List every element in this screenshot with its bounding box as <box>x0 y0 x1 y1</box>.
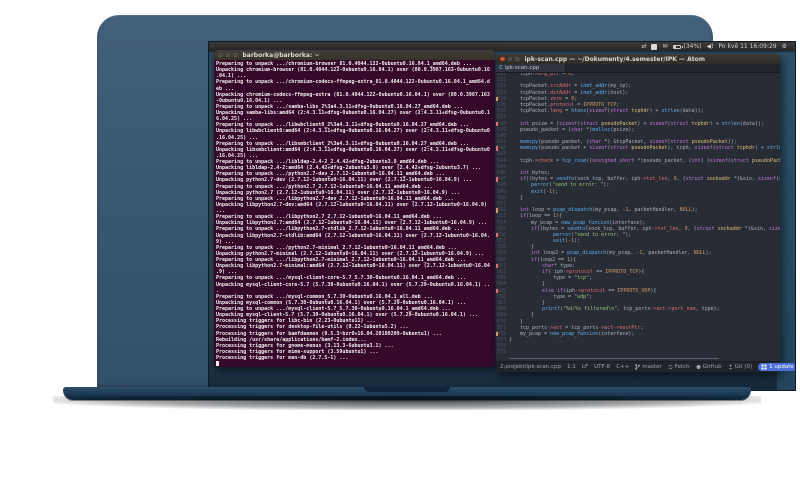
git-diff-marker <box>496 146 498 151</box>
code-editor[interactable]: 530 tcph->urg_ptr = 0; 531 532 tcpPacket.src… <box>496 73 780 361</box>
terminal-line: Preparing to unpack .../chromium-codecs-… <box>216 79 490 86</box>
terminal-line: Unpacking chromium-browser (81.0.4044.12… <box>216 67 490 74</box>
status-lf[interactable]: LF <box>582 364 588 370</box>
tab-ipk-scan[interactable]: C ipk-scan.cpp <box>496 64 566 72</box>
git-diff-marker <box>496 177 498 182</box>
git-diff-marker <box>496 232 498 238</box>
status-cursor-position[interactable]: 1:1 <box>567 364 576 370</box>
close-icon[interactable] <box>500 56 505 62</box>
terminal-line: Preparing to unpack .../libsmbclient_2%3… <box>216 140 469 147</box>
terminal-line: Preparing to unpack .../libpython2.7-dev… <box>216 195 454 202</box>
status-master[interactable]: master <box>635 364 662 370</box>
maximize-icon[interactable] <box>233 52 238 58</box>
atom-window-title: ipk-scan.cpp — ~/Dokumenty/4.semester/IP… <box>524 55 705 63</box>
sync-icon[interactable]: ⇄ <box>641 42 646 51</box>
terminal-line: Unpacking python2.7-dev (2.7.12-1ubuntu0… <box>216 177 472 184</box>
git-diff-marker <box>496 331 498 337</box>
minimize-icon[interactable] <box>507 56 512 62</box>
atom-tab-bar: C ipk-scan.cpp <box>496 64 780 73</box>
terminal-line: Unpacking libwbclient0:amd64 (2:4.3.11+d… <box>216 128 490 135</box>
status-item-label: UTF-8 <box>594 364 611 370</box>
horizontal-scrollbar[interactable] <box>509 357 719 359</box>
terminal-line: Preparing to unpack .../libpython2.7-std… <box>216 226 463 233</box>
clock[interactable]: Po kvě 11 16:09:29 <box>719 42 777 51</box>
close-icon[interactable] <box>218 52 223 58</box>
terminal-line: Preparing to unpack .../mysql-client-cor… <box>216 275 466 282</box>
terminal-line: Unpacking libpython2.7-stdlib:amd64 (2.7… <box>216 232 490 239</box>
atom-titlebar[interactable]: ipk-scan.cpp — ~/Dokumenty/4.semester/IP… <box>496 54 780 64</box>
code-line: 575 <box>496 349 780 355</box>
status-fetch[interactable]: Fetch <box>668 364 690 370</box>
session-gear-icon[interactable]: ⚙ <box>782 42 787 51</box>
git-diff-marker <box>496 263 498 269</box>
tab-label: ipk-scan.cpp <box>504 65 540 71</box>
status-item-label: LF <box>581 364 589 370</box>
terminal-title: barborka@barborka: ~ <box>242 51 320 59</box>
status-1-update[interactable]: 1 update <box>758 363 795 371</box>
status-file-path[interactable]: 2.projekt/ipk-scan.cpp <box>500 364 561 370</box>
atom-window[interactable]: ipk-scan.cpp — ~/Dokumenty/4.semester/IP… <box>496 54 795 372</box>
status-item-label: 1 update <box>769 364 794 370</box>
sync-icon <box>668 364 673 370</box>
branch-icon <box>635 364 641 370</box>
github-icon <box>696 364 701 370</box>
battery-percentage: (34%) <box>683 43 702 50</box>
terminal-line: Unpacking libpython2.7-minimal:amd64 (2.… <box>216 263 490 270</box>
status-c-[interactable]: C++ <box>616 364 629 370</box>
git-diff-marker <box>496 288 498 294</box>
terminal-line <box>216 361 493 367</box>
status-item-label: C++ <box>616 364 630 370</box>
c-file-icon: C <box>499 64 503 71</box>
status-item-label: Git (0) <box>734 364 753 370</box>
status-item-label: GitHub <box>702 364 722 370</box>
status-git-0-[interactable]: Git (0) <box>728 364 753 370</box>
keyboard-layout-indicator[interactable] <box>651 43 658 50</box>
terminal-line: Unpacking libsmbclient:amd64 (2:4.3.11+d… <box>216 146 490 153</box>
line-number: 575 <box>496 349 506 356</box>
laptop-lid-notch <box>364 387 450 392</box>
volume-icon[interactable]: ◀) <box>707 42 714 51</box>
git-diff-marker <box>496 121 498 126</box>
terminal-window[interactable]: barborka@barborka: ~ Preparing to unpack… <box>214 50 495 367</box>
terminal-titlebar[interactable]: barborka@barborka: ~ <box>214 50 495 60</box>
minimize-icon[interactable] <box>225 52 230 58</box>
status-item-label: master <box>642 364 662 370</box>
maximize-icon[interactable] <box>515 56 520 62</box>
git-diff-marker <box>496 208 498 213</box>
diff-icon <box>728 364 733 370</box>
battery-indicator[interactable]: (34%) <box>672 42 702 51</box>
terminal-line: Unpacking samba-libs:amd64 (2:4.3.11+dfs… <box>216 110 490 116</box>
laptop-screen: ⇄ ✉ (34%) ◀) Po kvě 11 16:09:29 ⚙ barbor… <box>208 41 796 391</box>
laptop-lid: ⇄ ✉ (34%) ◀) Po kvě 11 16:09:29 ⚙ barbor… <box>97 15 796 391</box>
git-diff-marker <box>496 96 498 102</box>
battery-icon <box>672 44 681 49</box>
terminal-line: Unpacking libpython2.7-dev:amd64 (2.7.12… <box>216 201 487 208</box>
mail-icon[interactable]: ✉ <box>662 42 667 51</box>
terminal-cursor <box>216 361 219 367</box>
terminal-line: Unpacking python2.7 (2.7.12-1ubuntu0~16.… <box>216 189 460 196</box>
terminal-output[interactable]: Preparing to unpack .../chromium-browser… <box>214 60 495 367</box>
terminal-line: Unpacking mysql-client-core-5.7 (5.7.30-… <box>216 281 490 288</box>
atom-status-bar: 2.projekt/ipk-scan.cpp 1:1 LF UTF-8 C++ mas… <box>496 361 795 372</box>
code-area: 530 tcph->urg_ptr = 0; 531 532 tcpPacket.src… <box>496 73 780 356</box>
laptop-shadow <box>53 396 761 410</box>
status-github[interactable]: GitHub <box>696 364 722 370</box>
status-utf-8[interactable]: UTF-8 <box>594 364 610 370</box>
status-item-label: Fetch <box>674 364 690 370</box>
terminal-line: Preparing to unpack .../python2.7-minima… <box>216 244 457 251</box>
terminal-line: Unpacking chromium-codecs-ffmpeg-extra (… <box>216 91 490 98</box>
package-icon <box>761 364 767 370</box>
